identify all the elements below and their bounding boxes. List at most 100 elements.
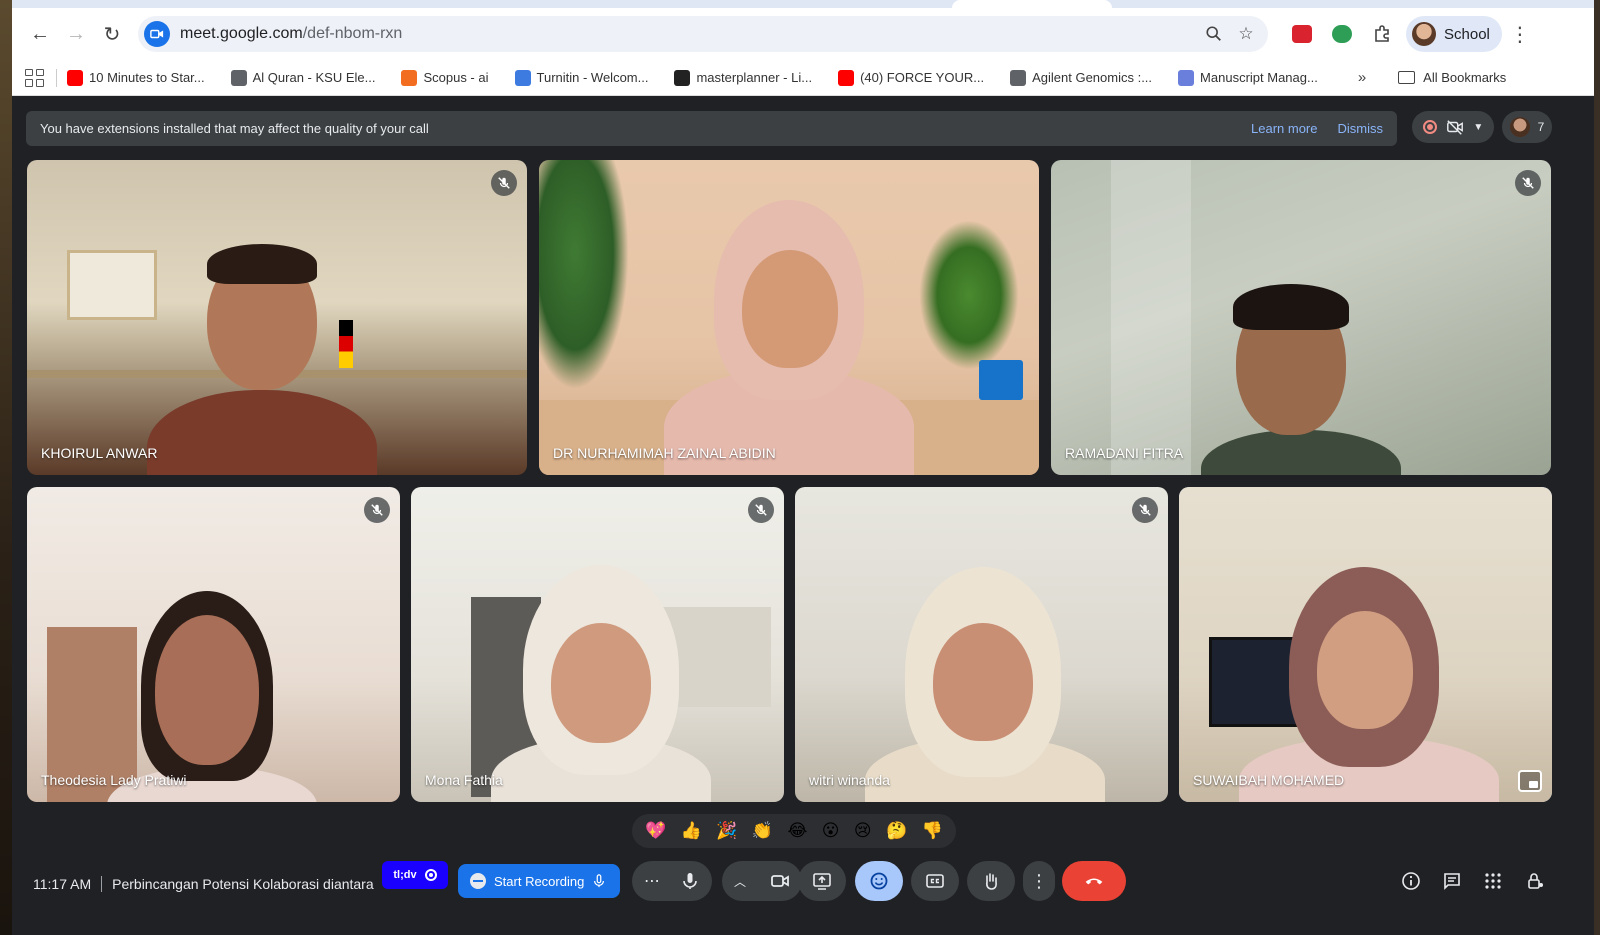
chat-button[interactable]	[1439, 868, 1465, 894]
reaction-emoji-button[interactable]: 👎	[922, 821, 943, 841]
desktop-background-left	[0, 0, 12, 935]
tldv-extension-button[interactable]: tl;dv	[382, 861, 448, 889]
participant-avatar-icon	[1509, 117, 1530, 137]
meeting-details-button[interactable]	[1398, 868, 1424, 894]
bookmark-item[interactable]: Manuscript Manag...	[1178, 69, 1318, 86]
participants-pill[interactable]: 7	[1502, 111, 1552, 143]
url-text[interactable]: meet.google.com/def-nbom-rxn	[180, 25, 1198, 43]
camera-off-icon	[1447, 120, 1463, 135]
extension-button-green[interactable]	[1322, 16, 1362, 52]
more-options-button[interactable]: ⋮	[1023, 861, 1055, 901]
bookmark-item[interactable]: 10 Minutes to Star...	[67, 69, 205, 86]
raise-hand-button[interactable]	[967, 861, 1015, 901]
bookmark-item[interactable]: Scopus - ai	[401, 69, 489, 86]
more-audio-options-icon[interactable]: ⋯	[644, 871, 660, 891]
present-screen-button[interactable]	[798, 861, 846, 901]
participant-tile[interactable]: Mona Fathia	[411, 487, 784, 802]
wall-light	[1111, 160, 1191, 475]
bookmark-item[interactable]: Al Quran - KSU Ele...	[230, 69, 375, 86]
forward-button[interactable]: →	[58, 16, 94, 52]
plant-left	[539, 160, 629, 390]
mic-muted-indicator	[491, 170, 517, 196]
reaction-emoji-button[interactable]: 😂	[787, 821, 807, 841]
participant-tile[interactable]: witri winanda	[795, 487, 1168, 802]
zoom-button[interactable]	[1198, 18, 1230, 50]
back-button[interactable]: ←	[22, 16, 58, 52]
reaction-emoji-button[interactable]: 🎉	[716, 821, 737, 841]
wall-certificate	[67, 250, 157, 320]
reaction-emoji-button[interactable]: 👍	[681, 821, 702, 841]
extensions-warning-banner: You have extensions installed that may a…	[26, 111, 1397, 146]
chevron-up-icon[interactable]: ︿	[734, 873, 746, 890]
participant-name: DR NURHAMIMAH ZAINAL ABIDIN	[553, 445, 776, 461]
participant-tile[interactable]: KHOIRUL ANWAR	[27, 160, 527, 475]
video-feed	[411, 487, 784, 802]
participant-tile[interactable]: RAMADANI FITRA	[1051, 160, 1551, 475]
reload-button[interactable]: ↻	[94, 16, 130, 52]
mic-off-icon	[498, 177, 510, 189]
youtube-icon	[67, 69, 83, 86]
participant-tile[interactable]: Theodesia Lady Pratiwi	[27, 487, 400, 802]
apps-grid-icon	[1485, 873, 1501, 889]
learn-more-link[interactable]: Learn more	[1251, 121, 1317, 136]
reaction-emoji-button[interactable]: 👏	[752, 821, 773, 841]
video-control-group[interactable]: ︿	[722, 861, 802, 901]
bookmark-item[interactable]: (40) FORCE YOUR...	[838, 69, 984, 86]
manuscript-icon	[1178, 69, 1195, 86]
bookmark-star-button[interactable]: ☆	[1230, 18, 1262, 50]
bookmark-item[interactable]: Agilent Genomics :...	[1010, 69, 1152, 86]
captions-button[interactable]	[911, 861, 959, 901]
video-feed	[539, 160, 1039, 475]
record-indicator-icon	[1422, 120, 1437, 134]
puzzle-icon	[1375, 25, 1389, 42]
picture-in-picture-icon[interactable]	[1518, 770, 1542, 792]
hang-up-icon	[1085, 878, 1103, 885]
leave-call-button[interactable]	[1062, 861, 1126, 901]
magnifier-icon	[1206, 26, 1221, 41]
video-feed	[795, 487, 1168, 802]
bookmark-label: Scopus - ai	[423, 70, 489, 85]
lock-person-icon	[1528, 873, 1543, 889]
url-host: meet.google.com	[180, 25, 303, 42]
url-path: /def-nbom-rxn	[302, 25, 403, 42]
activities-button[interactable]	[1480, 868, 1506, 894]
start-recording-label: Start Recording	[494, 873, 585, 889]
participant-tile-active-speaker[interactable]: SUWAIBAH MOHAMED	[1179, 487, 1552, 802]
send-reaction-button[interactable]	[855, 861, 903, 901]
profile-button[interactable]: School	[1406, 16, 1502, 52]
more-bookmarks-button[interactable]: »	[1358, 69, 1366, 86]
profile-avatar	[1412, 22, 1436, 46]
host-controls-button[interactable]	[1522, 868, 1548, 894]
dismiss-link[interactable]: Dismiss	[1338, 121, 1384, 136]
camera-icon[interactable]	[770, 871, 790, 891]
mic-muted-indicator	[364, 497, 390, 523]
host-controls-pill[interactable]: ▼	[1412, 111, 1494, 143]
audio-control-group[interactable]: ⋯	[632, 861, 712, 901]
participant-tile[interactable]: DR NURHAMIMAH ZAINAL ABIDIN	[539, 160, 1039, 475]
reaction-emoji-button[interactable]: 😢	[854, 821, 872, 841]
start-recording-button[interactable]: Start Recording	[458, 864, 620, 898]
browser-menu-button[interactable]: ⋮	[1502, 22, 1538, 47]
bookmark-item[interactable]: masterplanner - Li...	[674, 69, 812, 86]
meeting-info: 11:17 AM Perbincangan Potensi Kolaborasi…	[33, 874, 374, 894]
green-extension-icon	[1332, 25, 1352, 43]
all-bookmarks-button[interactable]: All Bookmarks	[1398, 70, 1506, 85]
active-tab[interactable]	[952, 0, 1112, 8]
mic-off-icon	[1522, 177, 1534, 189]
apps-grid-icon[interactable]	[22, 66, 46, 90]
microphone-icon[interactable]	[680, 871, 700, 891]
address-bar[interactable]: meet.google.com/def-nbom-rxn ☆	[138, 16, 1268, 52]
bookmark-item[interactable]: Turnitin - Welcom...	[514, 69, 648, 86]
reload-icon: ↻	[103, 23, 121, 46]
mic-off-icon	[371, 504, 383, 516]
mic-off-icon	[755, 504, 767, 516]
mic-muted-indicator	[1132, 497, 1158, 523]
reaction-emoji-button[interactable]: 🤔	[886, 821, 907, 841]
extensions-menu-button[interactable]	[1362, 16, 1402, 52]
reaction-emoji-button[interactable]: 😮	[822, 821, 840, 841]
video-feed	[27, 487, 400, 802]
mic-off-icon	[1139, 504, 1151, 516]
extension-button-red[interactable]	[1282, 16, 1322, 52]
reaction-emoji-button[interactable]: 💖	[645, 821, 666, 841]
chat-icon	[1444, 873, 1460, 890]
